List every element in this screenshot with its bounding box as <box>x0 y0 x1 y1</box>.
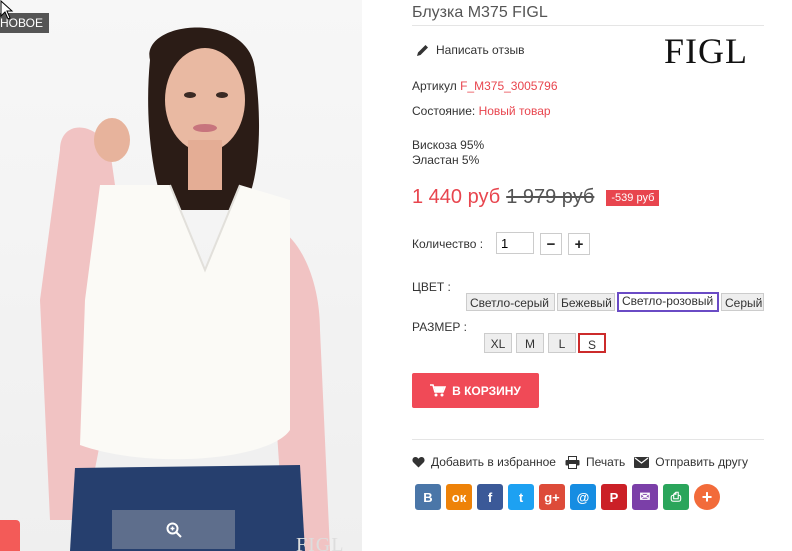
brand-logo[interactable]: FIGL <box>664 30 748 72</box>
zoom-button[interactable] <box>112 510 235 549</box>
condition-label: Состояние: <box>412 104 476 118</box>
price-block: 1 440 руб 1 979 руб -539 руб <box>412 186 660 209</box>
social-share-bar: В ок f t g+ @ P ✉ ⎙ + <box>415 484 720 510</box>
condition-row: Состояние: Новый товар <box>412 104 551 118</box>
floating-tag[interactable] <box>0 520 20 551</box>
image-watermark: FIGL <box>296 534 345 551</box>
envelope-icon <box>634 456 650 468</box>
product-actions: Добавить в избранное Печать Отправить др… <box>412 455 757 469</box>
add-to-favorites-link[interactable]: Добавить в избранное <box>412 455 556 469</box>
mouse-cursor-icon <box>0 0 14 20</box>
color-option-beige[interactable]: Бежевый <box>557 293 615 311</box>
title-divider <box>412 25 764 26</box>
color-option-light-gray[interactable]: Светло-серый <box>466 293 555 311</box>
cart-icon <box>430 384 447 397</box>
sku-value: F_M375_3005796 <box>460 79 558 93</box>
add-to-cart-label: В КОРЗИНУ <box>452 383 521 398</box>
heart-icon <box>412 457 425 468</box>
print-share-icon[interactable]: ⎙ <box>663 484 689 510</box>
discount-badge: -539 руб <box>606 189 660 206</box>
color-option-gray[interactable]: Серый <box>721 293 764 311</box>
pinterest-share-icon[interactable]: P <box>601 484 627 510</box>
product-title: Блузка M375 FIGL <box>412 4 548 21</box>
add-to-cart-button[interactable]: В КОРЗИНУ <box>412 373 539 408</box>
sku-label: Артикул <box>412 79 457 93</box>
size-label: РАЗМЕР : <box>412 320 467 334</box>
product-image[interactable]: НОВОЕ FIGL <box>0 0 362 551</box>
size-option-l[interactable]: L <box>548 333 576 353</box>
twitter-share-icon[interactable]: t <box>508 484 534 510</box>
condition-value: Новый товар <box>478 104 551 118</box>
color-label: ЦВЕТ : <box>412 280 451 294</box>
sku-row: Артикул F_M375_3005796 <box>412 79 558 93</box>
pencil-icon <box>417 44 428 56</box>
quantity-plus-button[interactable]: + <box>568 233 590 255</box>
composition-line-1: Вискоза 95% <box>412 138 485 152</box>
model-illustration <box>40 27 330 551</box>
add-to-favorites-label: Добавить в избранное <box>431 455 556 469</box>
actions-divider <box>412 439 764 440</box>
vk-share-icon[interactable]: В <box>415 484 441 510</box>
mail-share-icon[interactable]: @ <box>570 484 596 510</box>
facebook-share-icon[interactable]: f <box>477 484 503 510</box>
send-to-friend-link[interactable]: Отправить другу <box>634 455 748 469</box>
google-plus-share-icon[interactable]: g+ <box>539 484 565 510</box>
current-price: 1 440 руб <box>412 186 501 208</box>
write-review-link[interactable]: Написать отзыв <box>416 43 524 57</box>
old-price: 1 979 руб <box>506 186 595 208</box>
quantity-minus-button[interactable]: − <box>540 233 562 255</box>
send-to-friend-label: Отправить другу <box>655 455 749 469</box>
write-review-label: Написать отзыв <box>436 43 525 57</box>
composition-line-2: Эластан 5% <box>412 153 480 167</box>
email-share-icon[interactable]: ✉ <box>632 484 658 510</box>
quantity-label: Количество : <box>412 237 484 251</box>
printer-icon <box>565 455 580 469</box>
color-option-light-pink[interactable]: Светло-розовый <box>617 292 719 312</box>
size-option-s[interactable]: S <box>578 333 606 353</box>
print-link[interactable]: Печать <box>565 455 625 469</box>
zoom-icon <box>166 522 182 538</box>
print-label: Печать <box>585 455 626 469</box>
size-option-m[interactable]: M <box>516 333 544 353</box>
more-share-icon[interactable]: + <box>694 484 720 510</box>
size-option-xl[interactable]: XL <box>484 333 512 353</box>
quantity-input[interactable] <box>496 232 534 254</box>
product-photo <box>0 0 362 551</box>
odnoklassniki-share-icon[interactable]: ок <box>446 484 472 510</box>
